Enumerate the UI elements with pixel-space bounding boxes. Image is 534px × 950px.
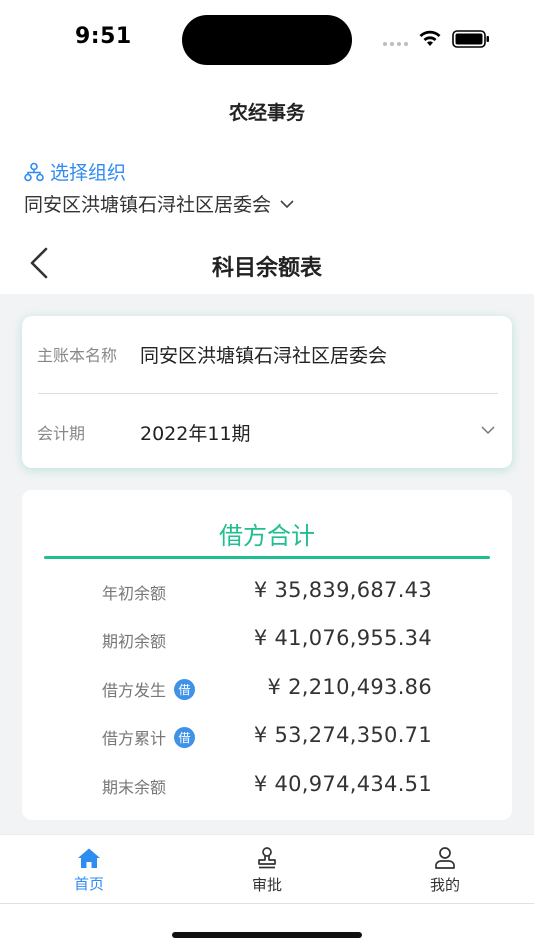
summary-row-label: 借方发生 [102,681,167,700]
debit-summary-card: 借方合计 年初余额 ¥ 35,839,687.43 期初余额 ¥ 41,076,… [22,490,512,820]
accounting-period-selector[interactable]: 会计期 2022年11期 [22,394,512,470]
tab-label: 审批 [251,875,282,894]
summary-row-value: ¥ 35,839,687.43 [253,578,432,602]
status-bar: 9:51 [0,0,534,80]
tab-home[interactable]: 首页 [0,835,178,905]
bottom-tab-bar: 首页 审批 我的 [0,834,534,904]
stamp-icon [258,846,276,868]
dynamic-island [182,15,352,65]
tab-mine[interactable]: 我的 [356,835,534,905]
page-title: 科目余额表 [211,256,322,281]
summary-row-debit-cumulative: 借方累计 借 ¥ 53,274,350.71 [22,719,512,759]
summary-title-underline [44,556,490,559]
tab-approve[interactable]: 审批 [178,835,356,905]
debit-badge: 借 [174,726,196,748]
summary-row-closing-balance: 期末余额 ¥ 40,974,434.51 [22,768,512,808]
filter-form-card: 主账本名称 同安区洪塘镇石浔社区居委会 会计期 2022年11期 [22,316,512,468]
current-organization-dropdown[interactable]: 同安区洪塘镇石浔社区居委会 [24,190,295,217]
summary-row-debit-incurred: 借方发生 借 ¥ 2,210,493.86 [22,671,512,711]
user-icon [435,846,455,869]
accounting-period-label: 会计期 [37,424,86,443]
cellular-signal-icon [383,42,408,46]
summary-row-opening-period: 期初余额 ¥ 41,076,955.34 [22,622,512,662]
home-indicator[interactable] [172,932,362,938]
summary-row-value: ¥ 53,274,350.71 [253,723,432,747]
summary-row-label: 年初余额 [102,584,167,603]
navigation-bar: 科目余额表 [0,232,534,294]
account-book-value: 同安区洪塘镇石浔社区居委会 [140,344,388,367]
select-organization-button[interactable]: 选择组织 [24,158,126,185]
current-organization-name: 同安区洪塘镇石浔社区居委会 [24,194,272,216]
home-icon [78,848,100,868]
summary-row-label: 期末余额 [102,778,167,797]
select-organization-label: 选择组织 [50,162,127,184]
debit-badge: 借 [174,678,196,700]
app-title: 农经事务 [228,102,305,124]
summary-row-value: ¥ 2,210,493.86 [267,675,432,699]
tab-label: 我的 [429,875,460,894]
battery-icon [452,30,489,48]
summary-row-label: 期初余额 [102,632,167,651]
summary-title: 借方合计 [219,522,315,550]
summary-row-value: ¥ 41,076,955.34 [253,626,432,650]
account-book-label: 主账本名称 [37,346,118,365]
accounting-period-value: 2022年11期 [140,422,251,445]
summary-row-label: 借方累计 [102,729,167,748]
chevron-down-icon [280,199,294,208]
summary-row-value: ¥ 40,974,434.51 [253,772,432,796]
chevron-down-icon [481,426,495,435]
tab-label: 首页 [73,874,104,893]
account-book-row: 主账本名称 同安区洪塘镇石浔社区居委会 [22,316,512,392]
status-time: 9:51 [75,24,132,49]
summary-row-opening-year: 年初余额 ¥ 35,839,687.43 [22,574,512,614]
wifi-icon [419,30,441,46]
organization-icon [24,162,44,181]
